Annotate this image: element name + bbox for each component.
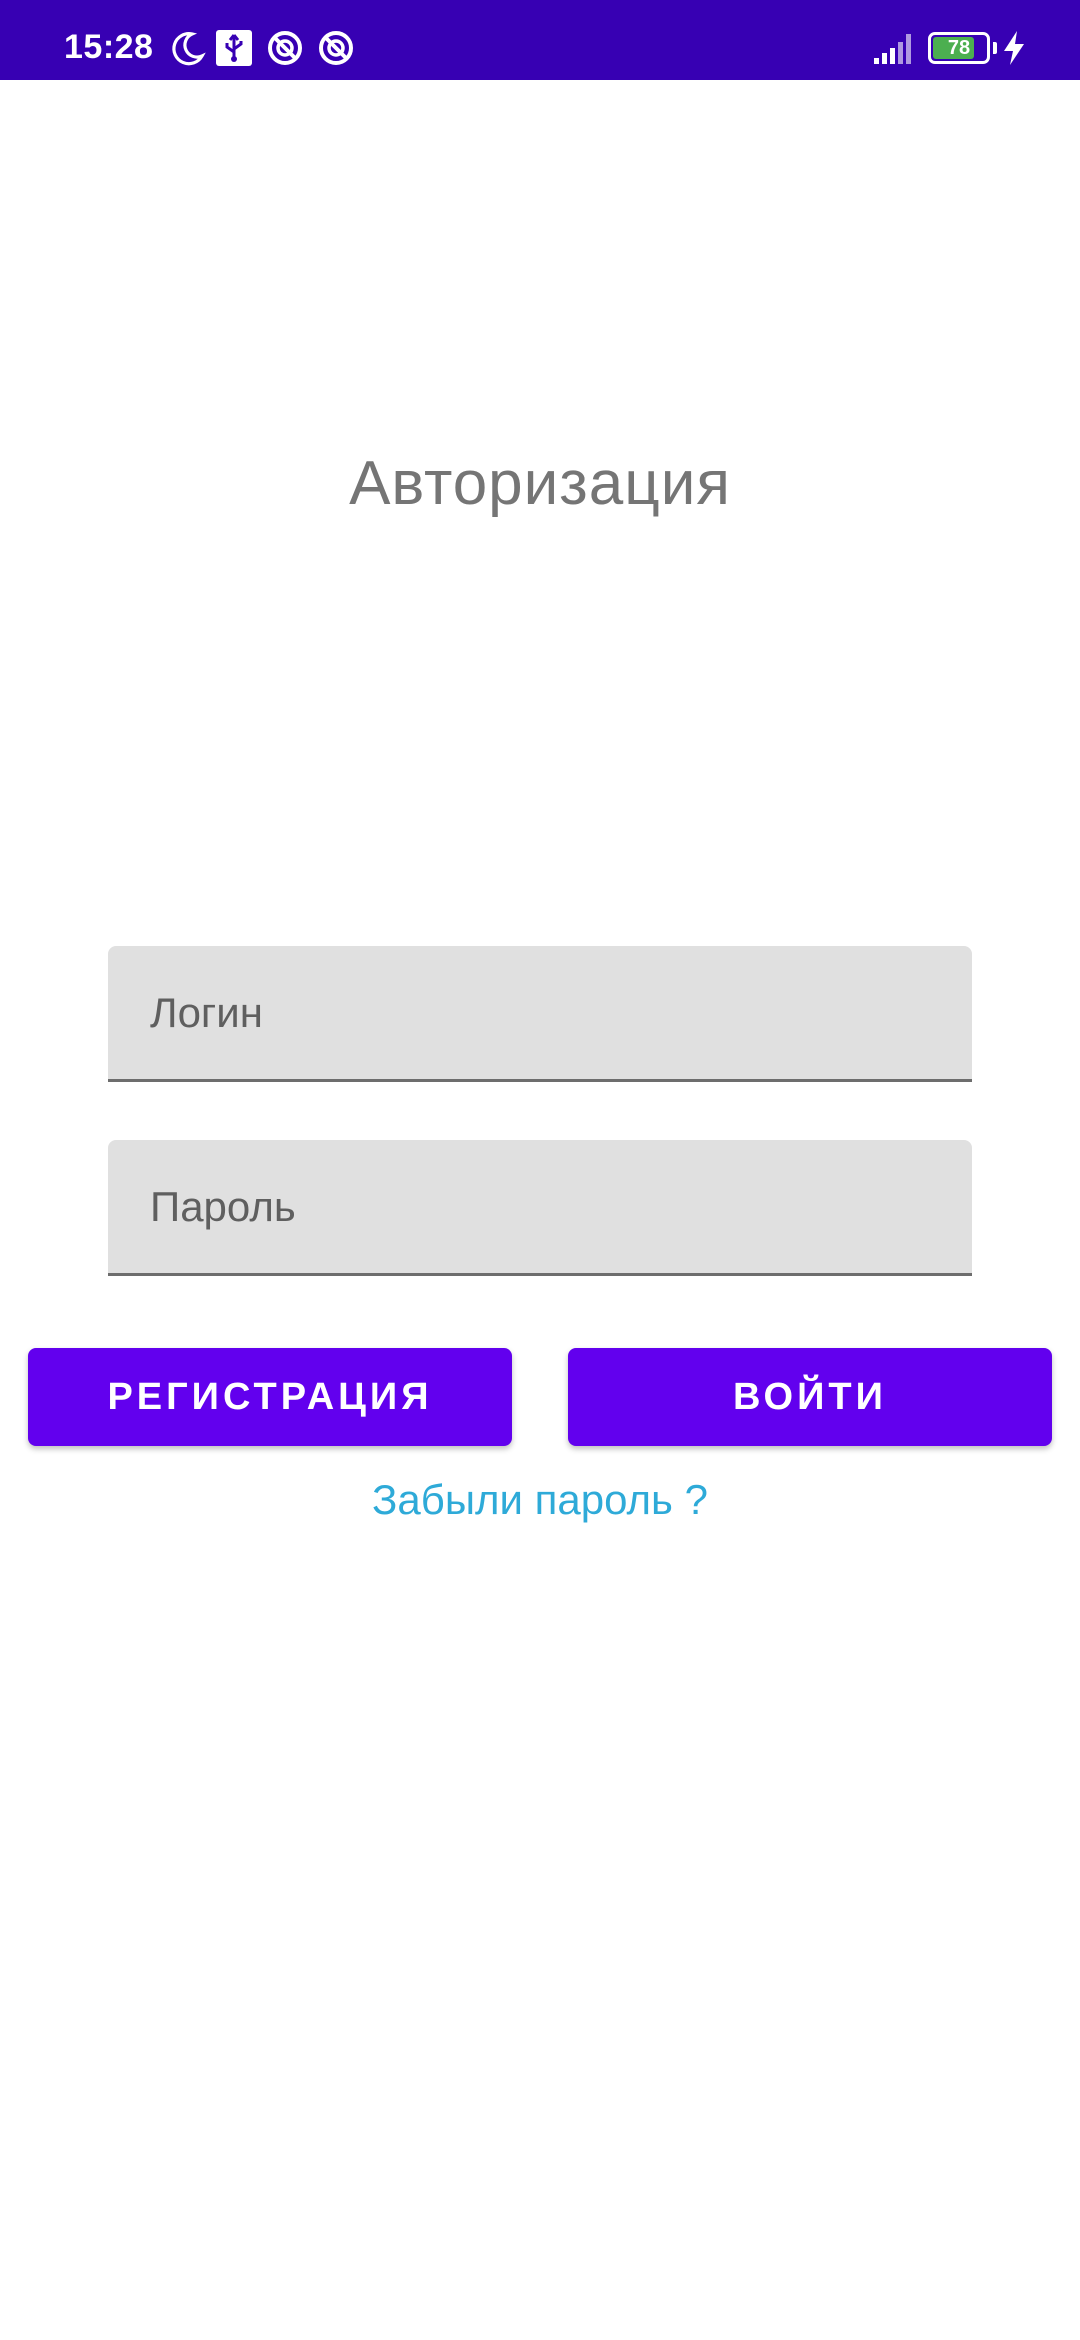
status-bar: 15:28 78 — [0, 0, 1080, 80]
battery-level: 78 — [947, 37, 971, 59]
forgot-password-link[interactable]: Забыли пароль ? — [0, 1476, 1080, 1524]
password-input[interactable] — [150, 1140, 930, 1273]
page-title: Авторизация — [349, 449, 731, 518]
login-button[interactable]: ВОЙТИ — [568, 1348, 1052, 1446]
charging-icon — [1000, 28, 1028, 68]
battery-nub — [993, 42, 997, 54]
login-field[interactable] — [108, 946, 972, 1082]
password-field[interactable] — [108, 1140, 972, 1276]
status-time: 15:28 — [64, 28, 154, 66]
usb-icon — [215, 28, 253, 68]
no-disturb-icon — [316, 28, 356, 68]
login-input[interactable] — [150, 946, 930, 1079]
no-disturb-icon — [265, 28, 305, 68]
moon-icon — [168, 28, 208, 68]
signal-icon — [872, 28, 914, 68]
register-button[interactable]: РЕГИСТРАЦИЯ — [28, 1348, 512, 1446]
